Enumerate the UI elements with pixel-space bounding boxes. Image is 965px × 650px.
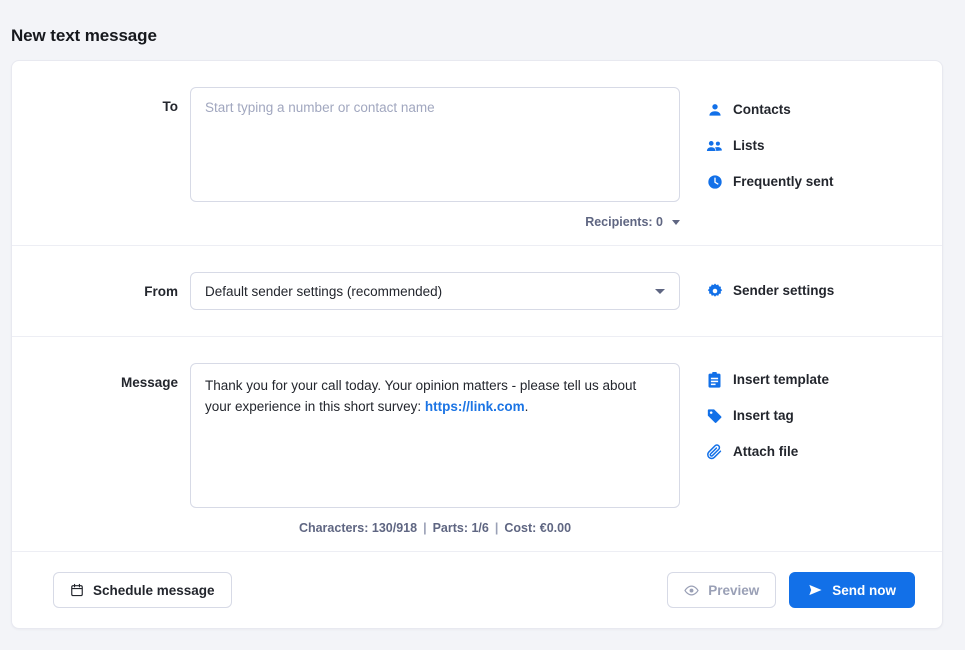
message-text-before-link: Thank you for your call today. Your opin… [205,378,637,414]
send-icon [808,583,823,597]
to-input[interactable]: Start typing a number or contact name [190,87,680,202]
message-actions: Insert template Insert tag Attach file [680,363,942,460]
eye-icon [684,583,699,598]
compose-card: To Start typing a number or contact name… [11,60,943,629]
attach-file-link-label: Attach file [733,443,799,459]
tag-icon [706,407,723,424]
from-row: From Default sender settings (recommende… [12,246,942,337]
recipients-toggle[interactable]: Recipients: 0 [190,215,680,229]
lists-link[interactable]: Lists [706,137,942,154]
message-label: Message [120,375,178,390]
preview-label: Preview [708,582,760,598]
to-placeholder: Start typing a number or contact name [205,100,435,115]
counter-separator-2: | [494,521,499,535]
contacts-link[interactable]: Contacts [706,101,942,118]
to-field-group: Start typing a number or contact name Re… [190,87,680,229]
to-label: To [162,99,179,114]
to-row: To Start typing a number or contact name… [12,61,942,246]
from-label: From [144,283,178,299]
parts-count: Parts: 1/6 [432,521,489,535]
insert-template-link[interactable]: Insert template [706,371,942,388]
footer-actions: Schedule message Preview Send now [12,552,942,628]
send-now-button[interactable]: Send now [789,572,915,608]
from-actions: Sender settings [680,283,942,300]
message-field-group: Thank you for your call today. Your opin… [190,363,680,535]
sender-select-value: Default sender settings (recommended) [205,283,443,299]
character-count: Characters: 130/918 [298,521,418,535]
preview-button[interactable]: Preview [667,572,777,608]
send-now-label: Send now [832,582,896,598]
attach-file-link[interactable]: Attach file [706,443,942,460]
schedule-message-label: Schedule message [93,582,215,598]
contacts-link-label: Contacts [733,101,791,117]
schedule-message-button[interactable]: Schedule message [53,572,232,608]
footer-right-actions: Preview Send now [667,572,915,608]
message-row: Message Thank you for your call today. Y… [12,337,942,552]
sender-select[interactable]: Default sender settings (recommended) [190,272,680,310]
insert-template-link-label: Insert template [733,371,830,387]
sender-settings-link[interactable]: Sender settings [706,283,834,300]
message-counter: Characters: 130/918 | Parts: 1/6 | Cost:… [190,521,680,535]
chevron-down-icon [672,219,680,225]
sender-settings-link-label: Sender settings [733,283,835,298]
frequently-sent-link-label: Frequently sent [733,173,834,189]
insert-tag-link-label: Insert tag [733,407,794,423]
recipients-count-label: Recipients: 0 [585,215,663,229]
page-title: New text message [11,26,157,45]
people-icon [706,137,723,154]
calendar-icon [70,583,84,597]
lists-link-label: Lists [733,137,765,153]
message-text-after-link: . [524,399,529,414]
to-actions: Contacts Lists Frequently sent [680,87,942,190]
person-icon [706,101,723,118]
paperclip-icon [706,443,723,460]
counter-separator-1: | [423,521,427,535]
cost-value: Cost: €0.00 [504,521,572,535]
clipboard-icon [706,371,723,388]
clock-icon [706,173,723,190]
message-input[interactable]: Thank you for your call today. Your opin… [190,363,680,508]
message-link[interactable]: https://link.com [425,399,525,414]
frequently-sent-link[interactable]: Frequently sent [706,173,942,190]
chevron-down-icon [655,288,665,294]
gear-icon [706,283,723,300]
from-field-group: Default sender settings (recommended) [190,272,680,310]
insert-tag-link[interactable]: Insert tag [706,407,942,424]
